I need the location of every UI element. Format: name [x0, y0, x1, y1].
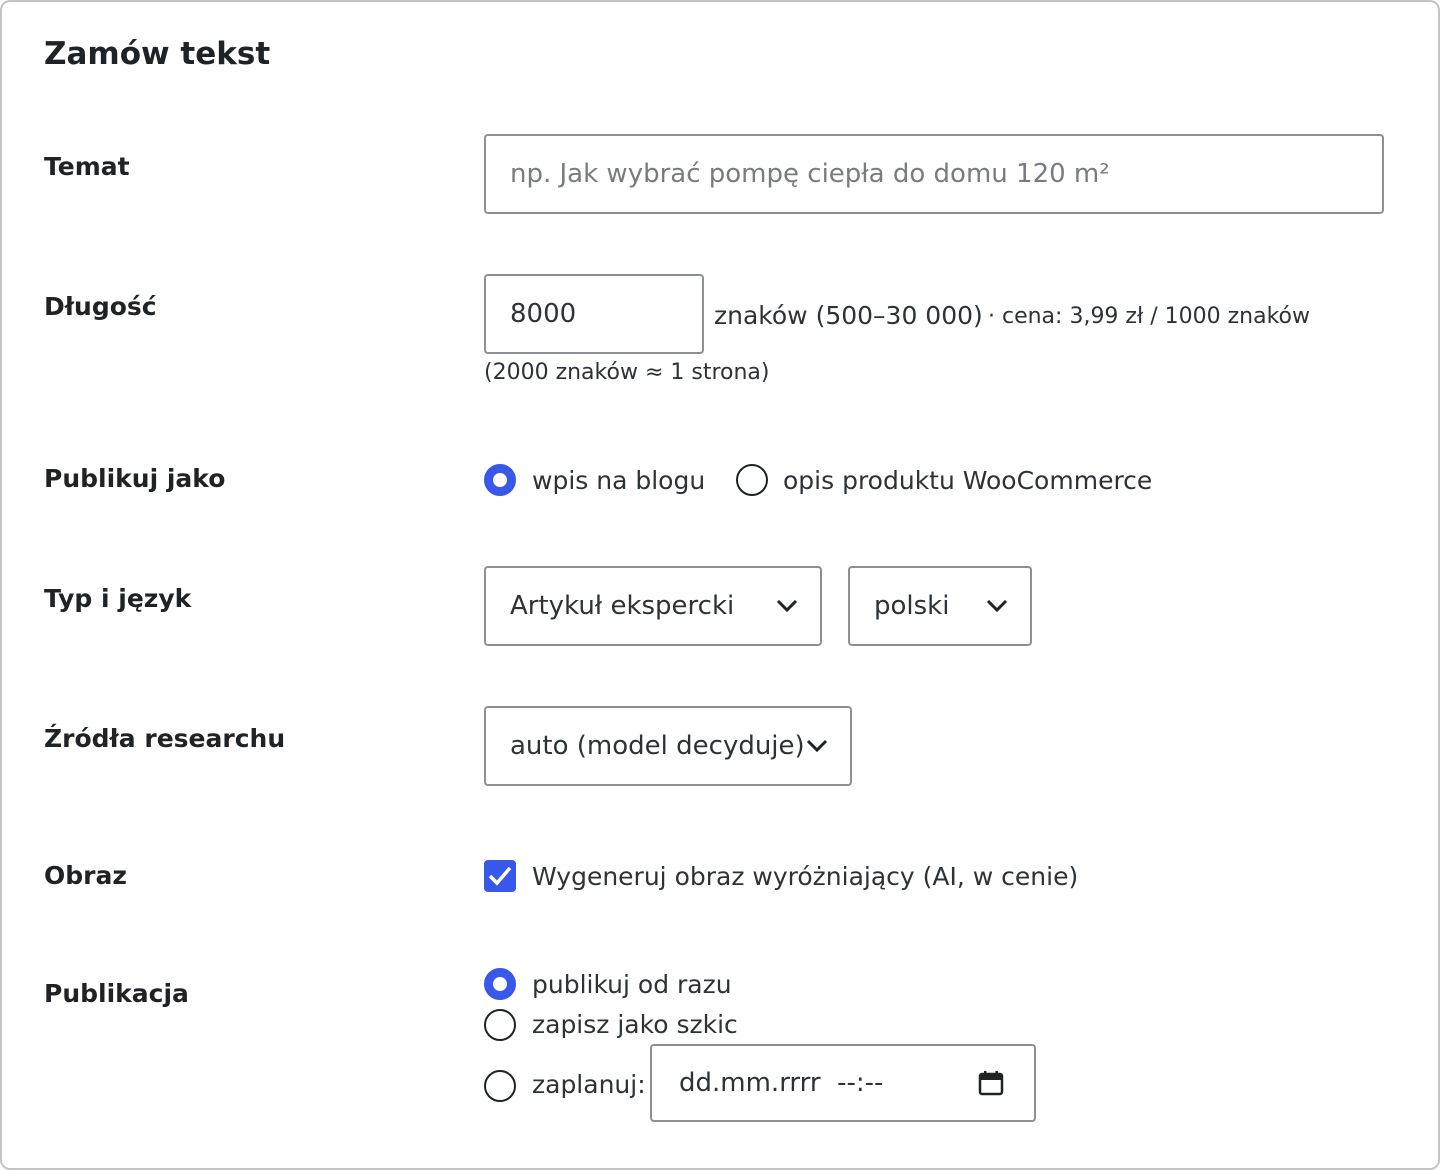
- length-input[interactable]: [484, 274, 704, 354]
- page-title: Zamów tekst: [44, 36, 271, 72]
- radio-schedule-label[interactable]: zaplanuj:: [532, 1070, 646, 1099]
- length-unit-text: znaków (500–30 000): [714, 301, 983, 330]
- price-text: · cena: 3,99 zł / 1000 znaków: [988, 304, 1310, 329]
- research-sources-select[interactable]: auto (model decyduje): [484, 706, 852, 786]
- text-type-value: Artykuł ekspercki: [510, 591, 735, 621]
- research-sources-label: Źródła researchu: [44, 724, 286, 753]
- radio-save-draft-label[interactable]: zapisz jako szkic: [532, 1010, 738, 1039]
- language-value: polski: [874, 591, 950, 621]
- text-type-select[interactable]: Artykuł ekspercki: [484, 566, 822, 646]
- chevron-down-icon: [806, 739, 828, 753]
- topic-input[interactable]: [484, 134, 1384, 214]
- language-select[interactable]: polski: [848, 566, 1032, 646]
- publication-label: Publikacja: [44, 979, 189, 1008]
- radio-blog-post[interactable]: [484, 464, 516, 496]
- calendar-icon[interactable]: [978, 1070, 1004, 1096]
- radio-publish-now[interactable]: [484, 968, 516, 1000]
- radio-woocommerce-product[interactable]: [736, 464, 768, 496]
- schedule-datetime-value: dd.mm.rrrr --:--: [679, 1068, 884, 1098]
- radio-woocommerce-product-label[interactable]: opis produktu WooCommerce: [783, 466, 1152, 495]
- radio-publish-now-label[interactable]: publikuj od razu: [532, 970, 732, 999]
- length-label: Długość: [44, 292, 157, 321]
- publish-as-label: Publikuj jako: [44, 464, 226, 493]
- topic-label: Temat: [44, 152, 130, 181]
- chevron-down-icon: [986, 599, 1008, 613]
- chevron-down-icon: [776, 599, 798, 613]
- schedule-datetime-input[interactable]: dd.mm.rrrr --:--: [650, 1044, 1036, 1122]
- radio-blog-post-label[interactable]: wpis na blogu: [532, 466, 705, 495]
- research-sources-value: auto (model decyduje): [510, 731, 805, 761]
- generate-image-label[interactable]: Wygeneruj obraz wyróżniający (AI, w ceni…: [532, 862, 1078, 891]
- radio-save-draft[interactable]: [484, 1009, 516, 1041]
- length-hint: (2000 znaków ≈ 1 strona): [484, 360, 770, 385]
- radio-schedule[interactable]: [484, 1070, 516, 1102]
- checkmark-icon: [488, 866, 512, 886]
- type-language-label: Typ i język: [44, 584, 192, 613]
- generate-image-checkbox[interactable]: [484, 860, 516, 892]
- order-text-card: Zamów tekst Temat Długość znaków (500–30…: [0, 0, 1440, 1170]
- image-label: Obraz: [44, 861, 127, 890]
